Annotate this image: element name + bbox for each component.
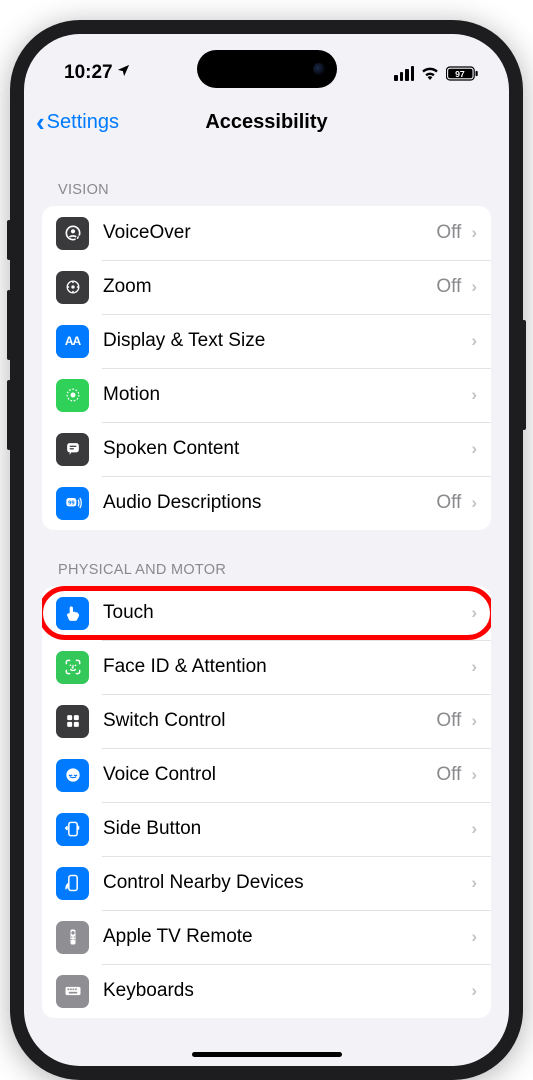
group-vision: VoiceOver Off › Zoom Off › — [42, 206, 491, 530]
home-indicator[interactable] — [192, 1052, 342, 1057]
cellular-icon — [394, 66, 414, 81]
section-header-vision: VISION — [42, 150, 491, 206]
nearby-devices-icon — [56, 867, 89, 900]
navigation-bar: ‹ Settings Accessibility — [24, 94, 509, 150]
volume-down-button — [7, 380, 11, 450]
chevron-right-icon: › — [471, 223, 477, 243]
audio-descriptions-icon: 99 — [56, 487, 89, 520]
section-header-physical: PHYSICAL AND MOTOR — [42, 530, 491, 586]
chevron-right-icon: › — [471, 765, 477, 785]
motion-icon — [56, 379, 89, 412]
apple-tv-remote-icon — [56, 921, 89, 954]
dynamic-island — [197, 50, 337, 88]
chevron-right-icon: › — [471, 819, 477, 839]
row-face-id[interactable]: Face ID & Attention › — [42, 640, 491, 694]
row-motion[interactable]: Motion › — [42, 368, 491, 422]
row-label: Switch Control — [103, 710, 436, 732]
chevron-right-icon: › — [471, 439, 477, 459]
row-label: Motion — [103, 384, 471, 406]
row-value: Off — [436, 710, 461, 732]
chevron-right-icon: › — [471, 927, 477, 947]
chevron-right-icon: › — [471, 873, 477, 893]
row-label: Display & Text Size — [103, 330, 471, 352]
spoken-content-icon — [56, 433, 89, 466]
wifi-icon — [420, 66, 440, 80]
power-button — [522, 320, 526, 430]
row-audio-descriptions[interactable]: 99 Audio Descriptions Off › — [42, 476, 491, 530]
keyboards-icon — [56, 975, 89, 1008]
chevron-right-icon: › — [471, 277, 477, 297]
row-label: Apple TV Remote — [103, 926, 471, 948]
row-label: Voice Control — [103, 764, 436, 786]
row-voice-control[interactable]: Voice Control Off › — [42, 748, 491, 802]
status-time: 10:27 — [64, 62, 113, 84]
switch-control-icon — [56, 705, 89, 738]
svg-text:99: 99 — [68, 500, 75, 506]
chevron-right-icon: › — [471, 603, 477, 623]
chevron-right-icon: › — [471, 657, 477, 677]
battery-icon: 97 — [446, 66, 479, 81]
row-keyboards[interactable]: Keyboards › — [42, 964, 491, 1018]
row-label: Spoken Content — [103, 438, 471, 460]
row-label: Audio Descriptions — [103, 492, 436, 514]
chevron-right-icon: › — [471, 711, 477, 731]
row-touch[interactable]: Touch › — [42, 586, 491, 640]
row-control-nearby[interactable]: Control Nearby Devices › — [42, 856, 491, 910]
location-icon — [116, 63, 131, 83]
row-value: Off — [436, 276, 461, 298]
back-label: Settings — [47, 111, 119, 134]
chevron-right-icon: › — [471, 385, 477, 405]
row-label: VoiceOver — [103, 222, 436, 244]
row-side-button[interactable]: Side Button › — [42, 802, 491, 856]
volume-up-button — [7, 290, 11, 360]
row-zoom[interactable]: Zoom Off › — [42, 260, 491, 314]
row-label: Touch — [103, 602, 471, 624]
page-title: Accessibility — [205, 111, 327, 134]
svg-text:97: 97 — [455, 68, 465, 78]
chevron-right-icon: › — [471, 981, 477, 1001]
row-label: Side Button — [103, 818, 471, 840]
chevron-left-icon: ‹ — [36, 109, 45, 135]
mute-switch — [7, 220, 11, 260]
row-apple-tv-remote[interactable]: Apple TV Remote › — [42, 910, 491, 964]
row-value: Off — [436, 764, 461, 786]
group-physical: Touch › Face ID & Attention › — [42, 586, 491, 1018]
row-label: Keyboards — [103, 980, 471, 1002]
side-button-icon — [56, 813, 89, 846]
row-label: Control Nearby Devices — [103, 872, 471, 894]
zoom-icon — [56, 271, 89, 304]
voice-control-icon — [56, 759, 89, 792]
row-display-text-size[interactable]: AA Display & Text Size › — [42, 314, 491, 368]
back-button[interactable]: ‹ Settings — [36, 109, 119, 135]
touch-icon — [56, 597, 89, 630]
row-label: Face ID & Attention — [103, 656, 471, 678]
chevron-right-icon: › — [471, 331, 477, 351]
front-camera-icon — [313, 63, 325, 75]
voiceover-icon — [56, 217, 89, 250]
row-spoken-content[interactable]: Spoken Content › — [42, 422, 491, 476]
chevron-right-icon: › — [471, 493, 477, 513]
row-switch-control[interactable]: Switch Control Off › — [42, 694, 491, 748]
face-id-icon — [56, 651, 89, 684]
row-value: Off — [436, 492, 461, 514]
row-label: Zoom — [103, 276, 436, 298]
row-value: Off — [436, 222, 461, 244]
text-size-icon: AA — [56, 325, 89, 358]
row-voiceover[interactable]: VoiceOver Off › — [42, 206, 491, 260]
phone-frame: 10:27 97 — [10, 20, 523, 1080]
